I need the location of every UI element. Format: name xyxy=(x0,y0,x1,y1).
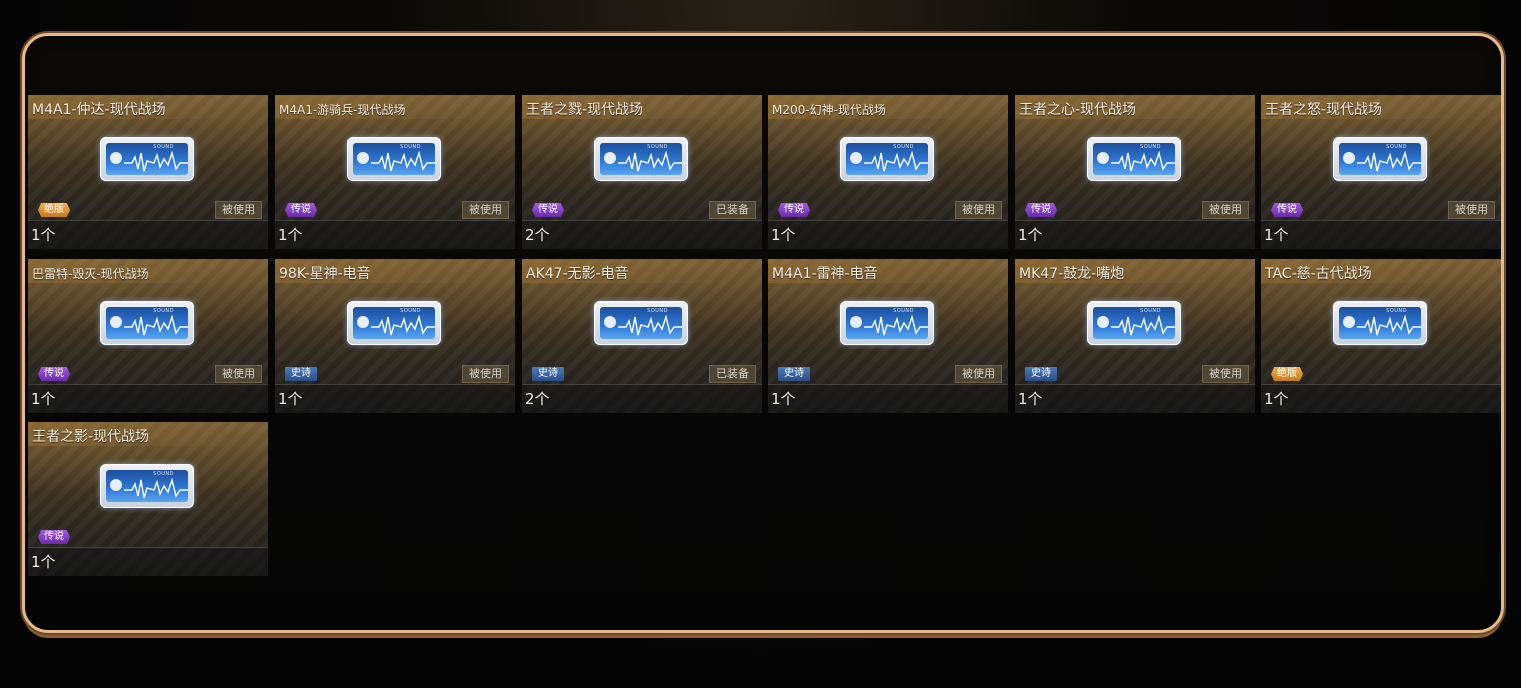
item-title: M200-幻神-现代战场 xyxy=(772,103,886,117)
item-title: AK47-无影-电音 xyxy=(526,266,629,282)
status-badge: 被使用 xyxy=(462,201,509,219)
count-bar: 2个 xyxy=(522,384,762,413)
sound-card-icon: SOUND xyxy=(347,301,441,345)
item-count: 1个 xyxy=(771,390,796,408)
rarity-badge: 传说 xyxy=(1271,203,1303,217)
item-card[interactable]: 巴雷特-毁灭-现代战场 SOUND 传说 被使用 1个 xyxy=(28,259,268,413)
item-title: M4A1-雷神-电音 xyxy=(772,266,878,282)
item-count: 1个 xyxy=(1018,390,1043,408)
rarity-badge: 传说 xyxy=(38,367,70,381)
status-badge: 被使用 xyxy=(1448,201,1495,219)
sound-card-icon: SOUND xyxy=(594,301,688,345)
item-count: 1个 xyxy=(31,553,56,571)
item-count: 1个 xyxy=(771,226,796,244)
item-title: M4A1-仲达-现代战场 xyxy=(32,102,166,118)
sound-card-icon: SOUND xyxy=(100,464,194,508)
count-bar: 1个 xyxy=(28,384,268,413)
count-bar: 1个 xyxy=(1015,220,1255,249)
rarity-badge: 史诗 xyxy=(1025,367,1057,381)
status-badge: 被使用 xyxy=(215,365,262,383)
count-bar: 2个 xyxy=(522,220,762,249)
rarity-badge: 传说 xyxy=(778,203,810,217)
sound-card-icon: SOUND xyxy=(100,137,194,181)
sound-card-icon: SOUND xyxy=(1333,137,1427,181)
item-count: 1个 xyxy=(31,390,56,408)
rarity-badge: 传说 xyxy=(38,530,70,544)
status-badge: 被使用 xyxy=(955,201,1002,219)
item-card[interactable]: 王者之戮-现代战场 SOUND 传说 已装备 2个 xyxy=(522,95,762,249)
sound-card-icon: SOUND xyxy=(1087,137,1181,181)
item-count: 2个 xyxy=(525,390,550,408)
item-title: MK47-鼓龙-嘴炮 xyxy=(1019,266,1125,282)
item-count: 1个 xyxy=(1018,226,1043,244)
count-bar: 1个 xyxy=(275,384,515,413)
count-bar: 1个 xyxy=(28,220,268,249)
status-badge: 被使用 xyxy=(1202,201,1249,219)
rarity-badge: 史诗 xyxy=(532,367,564,381)
item-card[interactable]: AK47-无影-电音 SOUND 史诗 已装备 2个 xyxy=(522,259,762,413)
item-count: 1个 xyxy=(278,226,303,244)
item-count: 1个 xyxy=(31,226,56,244)
count-bar: 1个 xyxy=(28,547,268,576)
rarity-badge: 史诗 xyxy=(285,367,317,381)
count-bar: 1个 xyxy=(275,220,515,249)
item-card[interactable]: M200-幻神-现代战场 SOUND 传说 被使用 1个 xyxy=(768,95,1008,249)
rarity-badge: 史诗 xyxy=(778,367,810,381)
status-badge: 被使用 xyxy=(1202,365,1249,383)
item-count: 1个 xyxy=(1264,390,1289,408)
item-title: 98K-星神-电音 xyxy=(279,266,371,282)
status-badge: 已装备 xyxy=(709,365,756,383)
sound-card-icon: SOUND xyxy=(840,137,934,181)
sound-card-icon: SOUND xyxy=(840,301,934,345)
item-title: M4A1-游骑兵-现代战场 xyxy=(279,103,406,117)
sound-inventory-screen: M4A1-仲达-现代战场 SOUND 绝版 被使用 1个 M4A1-游骑兵-现代… xyxy=(0,0,1521,688)
item-card[interactable]: 王者之影-现代战场 SOUND 传说 1个 xyxy=(28,422,268,576)
item-title: TAC-慈-古代战场 xyxy=(1265,266,1372,282)
item-count: 1个 xyxy=(278,390,303,408)
item-card[interactable]: 王者之心-现代战场 SOUND 传说 被使用 1个 xyxy=(1015,95,1255,249)
rarity-badge: 传说 xyxy=(1025,203,1057,217)
rarity-badge: 传说 xyxy=(532,203,564,217)
item-card[interactable]: 王者之怒-现代战场 SOUND 传说 被使用 1个 xyxy=(1261,95,1501,249)
item-card[interactable]: M4A1-雷神-电音 SOUND 史诗 被使用 1个 xyxy=(768,259,1008,413)
status-badge: 被使用 xyxy=(215,201,262,219)
rarity-badge: 绝版 xyxy=(38,203,70,217)
count-bar: 1个 xyxy=(1261,220,1501,249)
item-title: 王者之戮-现代战场 xyxy=(526,102,644,118)
count-bar: 1个 xyxy=(1261,384,1501,413)
item-title: 王者之心-现代战场 xyxy=(1019,102,1137,118)
item-card[interactable]: 98K-星神-电音 SOUND 史诗 被使用 1个 xyxy=(275,259,515,413)
item-card[interactable]: M4A1-游骑兵-现代战场 SOUND 传说 被使用 1个 xyxy=(275,95,515,249)
status-badge: 被使用 xyxy=(462,365,509,383)
sound-card-icon: SOUND xyxy=(1333,301,1427,345)
item-card[interactable]: M4A1-仲达-现代战场 SOUND 绝版 被使用 1个 xyxy=(28,95,268,249)
item-card[interactable]: MK47-鼓龙-嘴炮 SOUND 史诗 被使用 1个 xyxy=(1015,259,1255,413)
rarity-badge: 传说 xyxy=(285,203,317,217)
rarity-badge: 绝版 xyxy=(1271,367,1303,381)
count-bar: 1个 xyxy=(768,384,1008,413)
count-bar: 1个 xyxy=(768,220,1008,249)
item-card[interactable]: TAC-慈-古代战场 SOUND 绝版 1个 xyxy=(1261,259,1501,413)
count-bar: 1个 xyxy=(1015,384,1255,413)
item-count: 1个 xyxy=(1264,226,1289,244)
status-badge: 已装备 xyxy=(709,201,756,219)
item-count: 2个 xyxy=(525,226,550,244)
status-badge: 被使用 xyxy=(955,365,1002,383)
sound-card-icon: SOUND xyxy=(1087,301,1181,345)
item-title: 王者之影-现代战场 xyxy=(32,429,150,445)
sound-card-icon: SOUND xyxy=(100,301,194,345)
item-title: 王者之怒-现代战场 xyxy=(1265,102,1383,118)
item-title: 巴雷特-毁灭-现代战场 xyxy=(32,267,149,281)
sound-card-icon: SOUND xyxy=(347,137,441,181)
sound-card-icon: SOUND xyxy=(594,137,688,181)
